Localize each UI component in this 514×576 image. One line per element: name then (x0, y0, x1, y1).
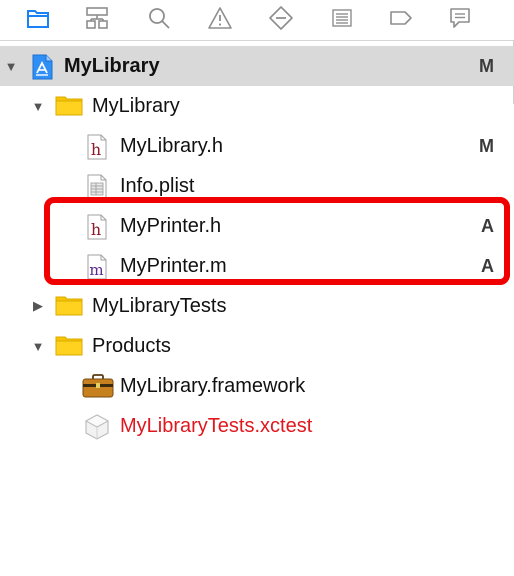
plist-file-icon (86, 174, 108, 200)
header-file-icon: h (86, 134, 108, 160)
scm-status-badge: M (479, 56, 494, 76)
symbol-navigator-icon[interactable] (82, 3, 112, 33)
xcode-project-icon (30, 54, 54, 80)
tree-row-label: Products (92, 335, 171, 357)
debug-navigator-icon[interactable] (327, 3, 357, 33)
tree-row-group-mylibrarytests[interactable]: ▶ MyLibraryTests (0, 286, 514, 326)
report-navigator-icon[interactable] (445, 3, 475, 33)
folder-icon (55, 294, 83, 318)
folder-icon (55, 334, 83, 358)
tree-row-label: Info.plist (120, 175, 195, 197)
svg-text:h: h (91, 140, 101, 159)
tree-row-group-mylibrary[interactable]: ▼ MyLibrary (0, 86, 514, 126)
tree-row-file-myprinter-m[interactable]: m MyPrinter.m A (0, 246, 514, 286)
tree-row-group-products[interactable]: ▼ Products (0, 326, 514, 366)
tree-row-product-xctest[interactable]: MyLibraryTests.xctest (0, 406, 514, 446)
svg-text:h: h (91, 220, 101, 239)
tree-row-label: MyLibraryTests (92, 295, 227, 317)
tree-row-label: MyLibrary (92, 95, 180, 117)
header-file-icon: h (86, 214, 108, 240)
tree-row-label: MyPrinter.h (120, 215, 222, 237)
scm-status-badge: M (479, 136, 494, 156)
svg-text:m: m (89, 261, 103, 279)
disclosure-collapsed-icon[interactable]: ▶ (31, 298, 45, 313)
disclosure-expanded-icon[interactable]: ▼ (4, 59, 18, 74)
disclosure-expanded-icon[interactable]: ▼ (31, 339, 45, 354)
tree-row-label: MyPrinter.m (120, 255, 227, 277)
framework-icon (82, 374, 114, 398)
tree-row-file-mylibrary-h[interactable]: h MyLibrary.h M (0, 126, 514, 166)
find-navigator-icon[interactable] (144, 3, 174, 33)
tree-row-file-info-plist[interactable]: Info.plist (0, 166, 514, 206)
tree-row-label: MyLibraryTests.xctest (120, 415, 313, 437)
tree-row-label: MyLibrary.h (120, 135, 223, 157)
scm-status-badge: A (481, 216, 494, 236)
folder-icon (55, 94, 83, 118)
disclosure-expanded-icon[interactable]: ▼ (31, 99, 45, 114)
project-navigator-icon[interactable] (23, 3, 53, 33)
navigator-selector-bar (0, 0, 514, 41)
objc-source-file-icon: m (86, 254, 108, 280)
tree-row-product-framework[interactable]: MyLibrary.framework (0, 366, 514, 406)
tree-row-label: MyLibrary (64, 55, 160, 77)
test-navigator-icon[interactable] (266, 3, 296, 33)
xctest-bundle-icon (84, 414, 110, 440)
tree-row-label: MyLibrary.framework (120, 375, 306, 397)
breakpoint-navigator-icon[interactable] (386, 3, 416, 33)
issue-navigator-icon[interactable] (205, 3, 235, 33)
scm-status-badge: A (481, 256, 494, 276)
tree-row-project[interactable]: ▼ MyLibrary M (0, 46, 514, 86)
tree-row-file-myprinter-h[interactable]: h MyPrinter.h A (0, 206, 514, 246)
